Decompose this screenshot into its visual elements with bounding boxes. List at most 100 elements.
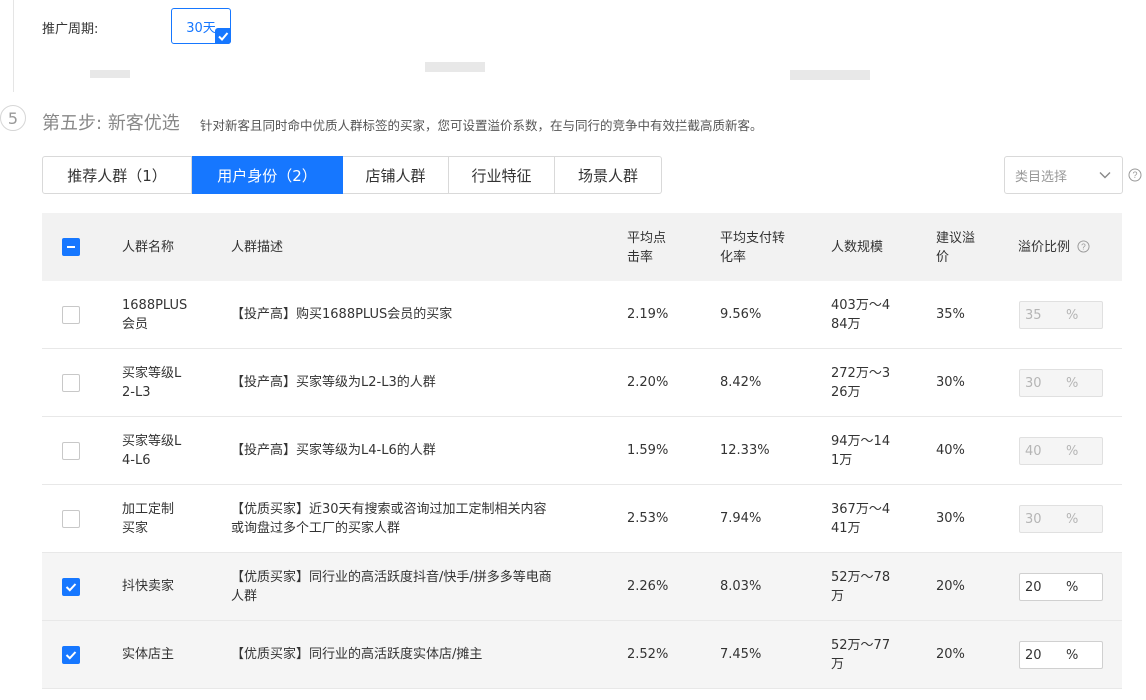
- row-desc-line: 【投产高】买家等级为L4-L6的人群: [231, 443, 436, 458]
- row-desc: 【优质买家】同行业的高活跃度实体店/摊主: [231, 645, 482, 664]
- row-cvr: 7.94%: [720, 511, 762, 526]
- row-size: 52万～78 万: [831, 568, 890, 606]
- percent-unit: %: [1066, 375, 1079, 391]
- col-cvr: 平均支付转 化率: [720, 229, 785, 267]
- svg-text:?: ?: [1132, 170, 1137, 180]
- category-select[interactable]: 类目选择: [1004, 156, 1123, 194]
- col-size: 人数规模: [831, 240, 884, 255]
- svg-text:?: ?: [1081, 241, 1086, 251]
- row-desc-line: 【投产高】买家等级为L2-L3的人群: [231, 375, 436, 390]
- row-cvr: 8.03%: [720, 579, 762, 594]
- premium-ratio-input: 30%: [1019, 369, 1103, 397]
- premium-ratio-input[interactable]: 20%: [1019, 641, 1103, 669]
- col-ratio: 溢价比例 ?: [1018, 238, 1090, 259]
- row-size: 52万～77 万: [831, 636, 890, 674]
- tab-0[interactable]: 推荐人群（1）: [42, 156, 192, 194]
- row-desc-line: 【优质买家】近30天有搜索或咨询过加工定制相关内容: [231, 502, 547, 517]
- period-label: 推广周期:: [42, 22, 99, 37]
- row-ctr: 2.19%: [627, 307, 669, 322]
- tab-1[interactable]: 用户身份（2）: [192, 156, 343, 194]
- row-size: 367万～4 41万: [831, 500, 890, 538]
- col-name: 人群名称: [122, 240, 175, 255]
- period-option-30d[interactable]: 30天: [171, 8, 231, 44]
- row-name: 买家等级L 4-L6: [122, 432, 181, 470]
- select-all-checkbox[interactable]: [62, 238, 80, 256]
- row-size-line: 367万～4: [831, 502, 891, 517]
- premium-ratio-input: 35%: [1019, 301, 1103, 329]
- audience-tabs: 推荐人群（1） 用户身份（2） 店铺人群 行业特征 场景人群: [42, 156, 662, 194]
- step-name: 新客优选: [107, 113, 180, 134]
- row-checkbox[interactable]: [62, 510, 80, 528]
- row-name: 1688PLUS 会员: [122, 296, 187, 334]
- premium-ratio-value: 20: [1025, 647, 1042, 663]
- premium-ratio-input: 40%: [1019, 437, 1103, 465]
- period-option-label: 30天: [186, 20, 216, 36]
- row-desc-line: 【优质买家】同行业的高活跃度实体店/摊主: [231, 647, 483, 662]
- chevron-down-icon: [1098, 168, 1112, 186]
- row-suggest: 40%: [936, 443, 965, 458]
- row-name-line: 买家: [122, 521, 149, 536]
- row-suggest: 20%: [936, 579, 965, 594]
- row-ctr: 2.20%: [627, 375, 669, 390]
- premium-ratio-value: 40: [1025, 443, 1042, 459]
- step-description: 针对新客且同时命中优质人群标签的买家，您可设置溢价系数，在与同行的竞争中有效拦截…: [200, 118, 763, 133]
- row-ctr: 2.53%: [627, 511, 669, 526]
- table-row: 实体店主 【优质买家】同行业的高活跃度实体店/摊主 2.52% 7.45% 52万～77…: [42, 621, 1122, 689]
- col-desc: 人群描述: [231, 240, 284, 255]
- row-cvr: 9.56%: [720, 307, 762, 322]
- help-icon[interactable]: ?: [1077, 240, 1090, 259]
- row-name-line: 买家等级L: [122, 434, 182, 449]
- row-name: 实体店主: [122, 645, 174, 664]
- premium-ratio-value: 35: [1025, 307, 1042, 323]
- col-ctr-line2: 击率: [627, 250, 654, 265]
- row-size-line: 403万～4: [831, 298, 891, 313]
- col-suggest: 建议溢 价: [936, 229, 975, 267]
- row-name-line: 4-L6: [122, 453, 151, 468]
- row-desc: 【投产高】买家等级为L4-L6的人群: [231, 441, 436, 460]
- col-ctr: 平均点 击率: [627, 229, 666, 267]
- row-checkbox[interactable]: [62, 306, 80, 324]
- row-checkbox[interactable]: [62, 646, 80, 664]
- row-desc: 【投产高】购买1688PLUS会员的买家: [231, 305, 452, 324]
- tab-2[interactable]: 店铺人群: [343, 156, 449, 194]
- table-row: 买家等级L 4-L6 【投产高】买家等级为L4-L6的人群 1.59% 12.33% 94…: [42, 417, 1122, 485]
- table-row: 加工定制 买家 【优质买家】近30天有搜索或咨询过加工定制相关内容 或询盘过多个工厂的…: [42, 485, 1122, 553]
- table-row: 买家等级L 2-L3 【投产高】买家等级为L2-L3的人群 2.20% 8.42% 272…: [42, 349, 1122, 417]
- row-checkbox[interactable]: [62, 374, 80, 392]
- row-checkbox[interactable]: [62, 442, 80, 460]
- help-icon[interactable]: ?: [1128, 168, 1142, 186]
- row-checkbox[interactable]: [62, 578, 80, 596]
- tab-3[interactable]: 行业特征: [449, 156, 555, 194]
- category-select-placeholder: 类目选择: [1015, 169, 1068, 185]
- row-name-line: 会员: [122, 317, 149, 332]
- row-size: 94万～14 1万: [831, 432, 890, 470]
- col-ctr-line1: 平均点: [627, 231, 667, 246]
- row-size-line: 52万～77: [831, 638, 891, 653]
- col-suggest-line1: 建议溢: [936, 231, 976, 246]
- row-suggest: 35%: [936, 307, 965, 322]
- col-cvr-line1: 平均支付转: [720, 231, 786, 246]
- row-name: 加工定制 买家: [122, 500, 174, 538]
- row-desc: 【投产高】买家等级为L2-L3的人群: [231, 373, 436, 392]
- col-cvr-line2: 化率: [720, 250, 747, 265]
- row-size-line: 52万～78: [831, 570, 891, 585]
- row-size-line: 万: [831, 589, 845, 604]
- tab-4[interactable]: 场景人群: [555, 156, 662, 194]
- row-desc: 【优质买家】近30天有搜索或咨询过加工定制相关内容 或询盘过多个工厂的买家人群: [231, 500, 547, 538]
- percent-unit: %: [1066, 647, 1079, 663]
- step-connector-line: [13, 0, 14, 92]
- watermark: [90, 70, 130, 78]
- step-title: 第五步: 新客优选: [42, 109, 180, 135]
- row-desc-line: 或询盘过多个工厂的买家人群: [231, 521, 401, 536]
- col-suggest-line2: 价: [936, 250, 950, 265]
- row-name: 抖快卖家: [122, 577, 174, 596]
- premium-ratio-input[interactable]: 20%: [1019, 573, 1103, 601]
- checkmark-icon: [215, 28, 231, 44]
- premium-ratio-input: 30%: [1019, 505, 1103, 533]
- row-ctr: 2.26%: [627, 579, 669, 594]
- row-size: 403万～4 84万: [831, 296, 890, 334]
- percent-unit: %: [1066, 443, 1079, 459]
- row-desc-line: 【投产高】购买1688PLUS会员的买家: [231, 307, 453, 322]
- percent-unit: %: [1066, 307, 1079, 323]
- row-cvr: 12.33%: [720, 443, 770, 458]
